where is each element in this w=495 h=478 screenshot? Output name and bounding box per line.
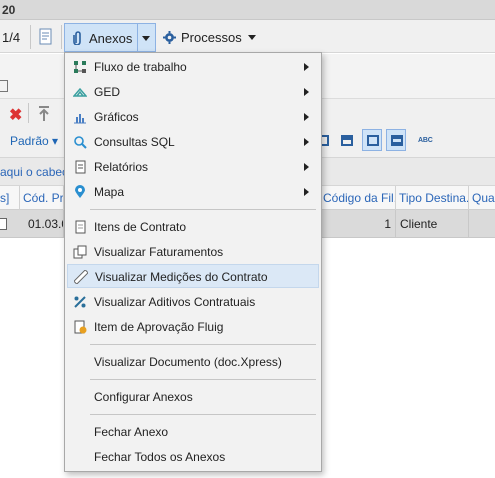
split-divider bbox=[137, 24, 138, 51]
chevron-down-icon[interactable] bbox=[248, 35, 256, 40]
panel-icon bbox=[0, 80, 8, 92]
menu-item-fechar-todos[interactable]: Fechar Todos os Anexos bbox=[67, 445, 319, 469]
menu-item-label: Fechar Anexo bbox=[94, 425, 169, 439]
menu-item-graficos[interactable]: Gráficos bbox=[67, 105, 319, 129]
menu-item-label: Visualizar Faturamentos bbox=[94, 245, 224, 259]
menu-item-label: Configurar Anexos bbox=[94, 390, 193, 404]
menu-item-configurar-anexos[interactable]: Configurar Anexos bbox=[67, 385, 319, 409]
column-header[interactable]: Código da Fil... bbox=[320, 186, 396, 210]
submenu-arrow-icon bbox=[304, 113, 309, 121]
view-split-horizontal-icon[interactable] bbox=[336, 129, 356, 151]
column-header[interactable]: s] bbox=[0, 186, 20, 210]
menu-item-visualizar-faturamentos[interactable]: Visualizar Faturamentos bbox=[67, 240, 319, 264]
menu-item-relatorios[interactable]: Relatórios bbox=[67, 155, 319, 179]
anexos-dropdown-menu: Fluxo de trabalho GED Gráficos Consultas… bbox=[64, 52, 322, 472]
menu-item-label: Item de Aprovação Fluig bbox=[94, 320, 224, 334]
table-cell: Cliente bbox=[396, 210, 469, 238]
menu-item-label: Itens de Contrato bbox=[94, 220, 187, 234]
menu-item-fechar-anexo[interactable]: Fechar Anexo bbox=[67, 420, 319, 444]
view-split-vertical-icon[interactable] bbox=[386, 129, 406, 151]
menu-item-visualizar-aditivos[interactable]: Visualizar Aditivos Contratuais bbox=[67, 290, 319, 314]
copy-icon bbox=[73, 245, 87, 259]
menu-item-ged[interactable]: GED bbox=[67, 80, 319, 104]
menu-item-label: Mapa bbox=[94, 185, 125, 199]
menu-item-label: GED bbox=[94, 85, 121, 99]
search-icon bbox=[73, 135, 87, 149]
ged-icon bbox=[72, 85, 88, 99]
column-header[interactable]: Tipo Destina... bbox=[396, 186, 469, 210]
menu-item-visualizar-medicoes[interactable]: Visualizar Medições do Contrato bbox=[67, 264, 319, 288]
layout-dropdown[interactable]: Padrão ▾ bbox=[10, 134, 58, 148]
toolbar-separator bbox=[28, 103, 29, 123]
menu-item-label: Fluxo de trabalho bbox=[94, 60, 187, 74]
menu-item-fluxo-de-trabalho[interactable]: Fluxo de trabalho bbox=[67, 55, 319, 79]
menu-separator bbox=[90, 379, 316, 380]
document-icon bbox=[73, 220, 87, 234]
report-icon bbox=[73, 160, 87, 174]
submenu-arrow-icon bbox=[304, 188, 309, 196]
menu-item-consultas-sql[interactable]: Consultas SQL bbox=[67, 130, 319, 154]
document-list-icon[interactable] bbox=[38, 28, 54, 46]
menu-item-label: Visualizar Aditivos Contratuais bbox=[94, 295, 256, 309]
menu-item-mapa[interactable]: Mapa bbox=[67, 180, 319, 204]
submenu-arrow-icon bbox=[304, 63, 309, 71]
map-pin-icon bbox=[73, 185, 87, 199]
menu-item-label: Relatórios bbox=[94, 160, 149, 174]
approval-icon bbox=[73, 320, 87, 334]
table-cell: 01.03.0 bbox=[20, 210, 64, 238]
menu-item-label: Fechar Todos os Anexos bbox=[94, 450, 226, 464]
processos-button[interactable]: Processos bbox=[160, 23, 262, 52]
workflow-icon bbox=[73, 60, 87, 74]
column-header[interactable]: Quan bbox=[469, 186, 495, 210]
menu-item-label: Visualizar Medições do Contrato bbox=[95, 270, 268, 284]
gear-icon bbox=[163, 31, 176, 47]
column-header[interactable]: Cód. Pro bbox=[20, 186, 64, 210]
menu-item-itens-de-contrato[interactable]: Itens de Contrato bbox=[67, 215, 319, 239]
toolbar-separator bbox=[30, 25, 31, 49]
view-mode-group bbox=[317, 129, 418, 153]
table-cell: 1 bbox=[320, 210, 396, 238]
page-indicator: 1/4 bbox=[2, 30, 21, 45]
menu-item-aprovacao-fluig[interactable]: Item de Aprovação Fluig bbox=[67, 315, 319, 339]
menu-item-visualizar-documento[interactable]: Visualizar Documento (doc.Xpress) bbox=[67, 350, 319, 374]
percent-icon bbox=[73, 295, 87, 309]
window-title-bar: 20 bbox=[0, 0, 495, 20]
submenu-arrow-icon bbox=[304, 88, 309, 96]
window-title: 20 bbox=[2, 3, 16, 17]
submenu-arrow-icon bbox=[304, 163, 309, 171]
menu-item-label: Visualizar Documento (doc.Xpress) bbox=[94, 355, 282, 369]
menu-separator bbox=[90, 414, 316, 415]
main-toolbar: 1/4 Anexos Processos bbox=[0, 20, 495, 53]
ruler-icon bbox=[73, 269, 89, 285]
paperclip-icon bbox=[73, 31, 83, 48]
view-form-icon[interactable] bbox=[362, 129, 382, 151]
move-to-top-icon[interactable] bbox=[37, 105, 51, 123]
chart-icon bbox=[73, 110, 87, 124]
delete-icon[interactable]: ✖ bbox=[9, 105, 22, 125]
abc-icon[interactable]: ABC bbox=[418, 137, 433, 144]
anexos-label: Anexos bbox=[89, 31, 133, 46]
menu-item-label: Consultas SQL bbox=[94, 135, 175, 149]
processos-label: Processos bbox=[181, 30, 242, 45]
menu-separator bbox=[90, 344, 316, 345]
row-checkbox[interactable] bbox=[0, 218, 7, 230]
chevron-down-icon[interactable] bbox=[142, 36, 150, 41]
anexos-button[interactable]: Anexos bbox=[64, 23, 156, 52]
submenu-arrow-icon bbox=[304, 138, 309, 146]
menu-separator bbox=[90, 209, 316, 210]
toolbar-separator bbox=[61, 25, 62, 49]
menu-item-label: Gráficos bbox=[94, 110, 139, 124]
